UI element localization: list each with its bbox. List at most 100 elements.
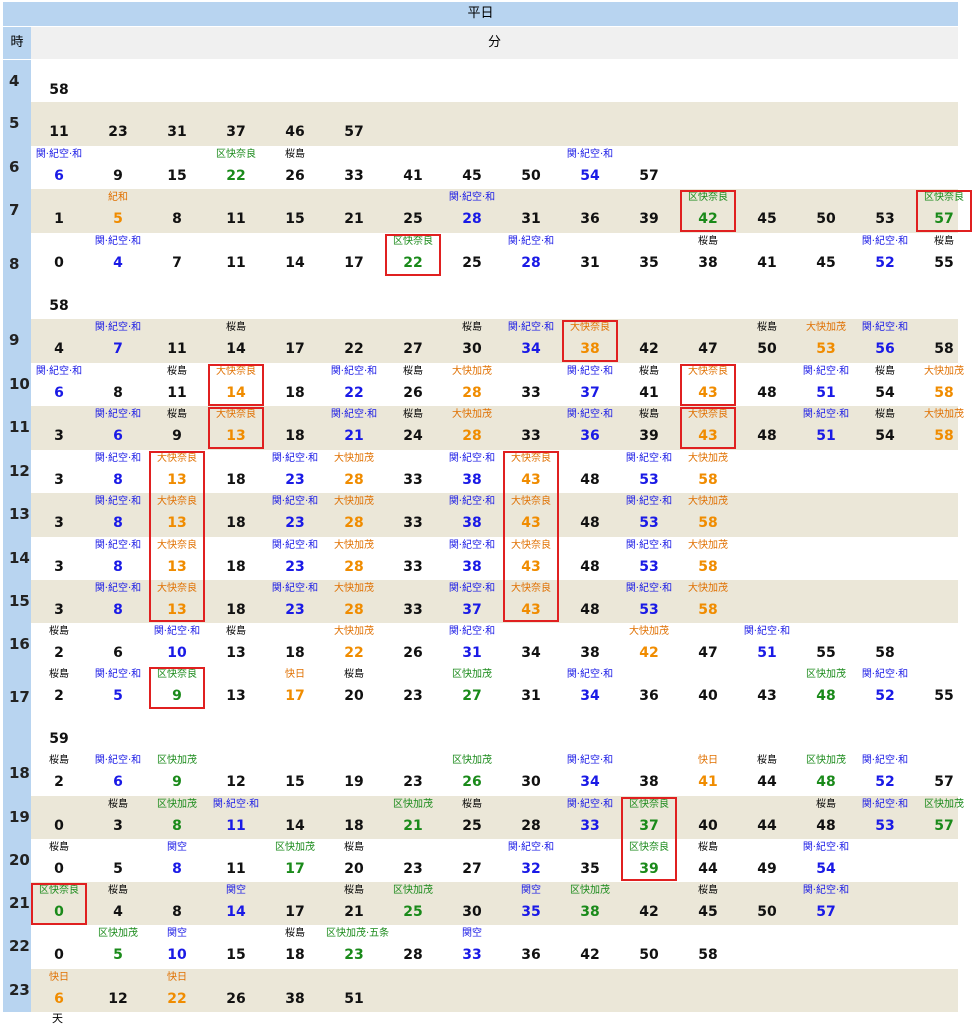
departure-cell[interactable]: 37 [208,104,264,144]
departure-cell[interactable]: 区快奈良 42 [680,191,736,231]
departure-cell[interactable]: 関·紀空·和 10 [149,625,205,665]
departure-cell[interactable]: 33 [503,408,559,448]
departure-cell[interactable]: 58 [916,321,972,361]
departure-cell[interactable]: 0 [31,798,87,838]
departure-cell[interactable]: 大快加茂 58 [916,408,972,448]
departure-cell[interactable]: 桜島 25 [444,798,500,838]
departure-cell[interactable]: 関·紀空·和 38 [444,452,500,492]
departure-cell[interactable]: 17 [326,235,382,275]
departure-cell[interactable]: 48 [739,365,795,405]
departure-cell[interactable]: 55 [798,625,854,665]
departure-cell[interactable]: 桜島 20 [326,841,382,881]
departure-cell[interactable]: 桜島 39 [621,408,677,448]
departure-cell[interactable]: 大快加茂 58 [680,495,736,535]
departure-cell[interactable]: 関·紀空·和 51 [798,408,854,448]
departure-cell[interactable]: 38 [621,754,677,794]
departure-cell[interactable]: 3 [31,495,87,535]
departure-cell[interactable]: 関·紀空·和 6 [90,754,146,794]
departure-cell[interactable]: 大快奈良 13 [149,452,205,492]
departure-cell[interactable]: 15 [267,191,323,231]
departure-cell[interactable]: 50 [621,927,677,967]
departure-cell[interactable]: 3 [31,582,87,622]
departure-cell[interactable]: 関·紀空·和 23 [267,582,323,622]
departure-cell[interactable]: 区快奈良 57 [916,191,972,231]
departure-cell[interactable]: 関·紀空·和 52 [857,754,913,794]
departure-cell[interactable]: 33 [503,365,559,405]
departure-cell[interactable]: 桜島 21 [326,884,382,924]
departure-cell[interactable]: 桜島 54 [857,408,913,448]
departure-cell[interactable]: 8 [90,365,146,405]
departure-cell[interactable]: 19 [326,754,382,794]
departure-cell[interactable]: 42 [621,884,677,924]
departure-cell[interactable]: 23 [385,754,441,794]
departure-cell[interactable]: 関·紀空·和 34 [503,321,559,361]
departure-cell[interactable]: 関空 35 [503,884,559,924]
departure-cell[interactable]: 関·紀空·和 37 [562,365,618,405]
departure-cell[interactable]: 17 [267,321,323,361]
departure-cell[interactable]: 51 [326,971,382,1011]
departure-cell[interactable]: 58 [857,625,913,665]
departure-cell[interactable]: 区快奈良 37 [621,798,677,838]
departure-cell[interactable]: 大快加茂 58 [916,365,972,405]
departure-cell[interactable]: 6 [90,625,146,665]
departure-cell[interactable]: 関·紀空·和 32 [503,841,559,881]
departure-cell[interactable]: 5 [90,841,146,881]
departure-cell[interactable]: 36 [621,668,677,708]
departure-cell[interactable]: 44 [739,798,795,838]
departure-cell[interactable]: 9 [90,148,146,188]
departure-cell[interactable]: 48 [739,408,795,448]
departure-cell[interactable]: 45 [739,191,795,231]
departure-cell[interactable]: 25 [444,235,500,275]
departure-cell[interactable]: 快日 6 [31,971,87,1011]
departure-cell[interactable]: 57 [326,104,382,144]
departure-cell[interactable]: 大快奈良 43 [503,495,559,535]
departure-cell[interactable]: 31 [503,668,559,708]
departure-cell[interactable]: 区快加茂 9 [149,754,205,794]
departure-cell[interactable]: 大快奈良 43 [680,365,736,405]
departure-cell[interactable]: 桜島 3 [90,798,146,838]
departure-cell[interactable]: 11 [149,321,205,361]
departure-cell[interactable]: 48 [562,582,618,622]
departure-cell[interactable]: 大快加茂 28 [444,365,500,405]
departure-cell[interactable]: 大快奈良 13 [208,408,264,448]
departure-cell[interactable]: 大快加茂 28 [326,539,382,579]
departure-cell[interactable]: 区快加茂 26 [444,754,500,794]
departure-cell[interactable]: 区快加茂 25 [385,884,441,924]
departure-cell[interactable]: 桜島 55 [916,235,972,275]
departure-cell[interactable]: 関空 33 [444,927,500,967]
departure-cell[interactable]: 34 [503,625,559,665]
departure-cell[interactable]: 33 [385,539,441,579]
departure-cell[interactable]: 41 [739,235,795,275]
departure-cell[interactable]: 50 [798,191,854,231]
departure-cell[interactable]: 23 [385,668,441,708]
departure-cell[interactable]: 28 [385,927,441,967]
departure-cell[interactable]: 21 [326,191,382,231]
departure-cell[interactable]: 大快加茂 28 [326,582,382,622]
departure-cell[interactable]: 大快加茂 28 [326,495,382,535]
departure-cell[interactable]: 関空 10 [149,927,205,967]
departure-cell[interactable]: 25 [385,191,441,231]
departure-cell[interactable]: 50 [739,884,795,924]
departure-cell[interactable]: 13 [208,668,264,708]
departure-cell[interactable]: 桜島 45 [680,884,736,924]
departure-cell[interactable]: 40 [680,668,736,708]
departure-cell[interactable]: 12 [208,754,264,794]
departure-cell[interactable]: 18 [208,582,264,622]
departure-cell[interactable]: 18 [208,495,264,535]
departure-cell[interactable]: 大快加茂 22 [326,625,382,665]
departure-cell[interactable]: 大快加茂 58 [680,452,736,492]
departure-cell[interactable]: 33 [385,582,441,622]
departure-cell[interactable]: 大快加茂 58 [680,582,736,622]
departure-cell[interactable]: 区快奈良 0 [31,884,87,924]
departure-cell[interactable]: 関·紀空·和 23 [267,495,323,535]
departure-cell[interactable]: 関·紀空·和 53 [621,582,677,622]
departure-cell[interactable]: 大快奈良 13 [149,539,205,579]
departure-cell[interactable]: 区快奈良 22 [208,148,264,188]
departure-cell[interactable]: 33 [385,452,441,492]
departure-cell[interactable]: 大快加茂 42 [621,625,677,665]
departure-cell[interactable]: 4 [31,321,87,361]
departure-cell[interactable]: 36 [503,927,559,967]
departure-cell[interactable]: 17 [267,884,323,924]
departure-cell[interactable]: 57 [621,148,677,188]
departure-cell[interactable]: 関·紀空·和 34 [562,668,618,708]
